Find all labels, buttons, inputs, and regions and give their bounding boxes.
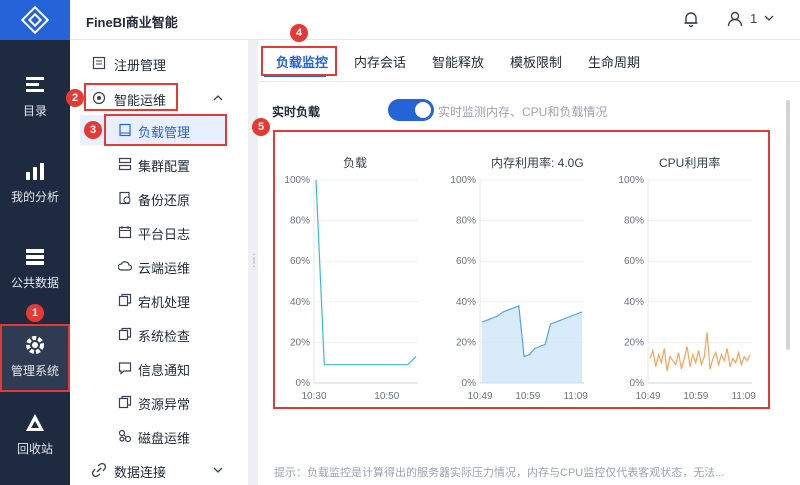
nav-item-catalog[interactable]: 目录: [0, 64, 70, 130]
resource-icon: [118, 395, 132, 409]
nav-item-analysis[interactable]: 我的分析: [0, 150, 70, 216]
app-title: FineBI商业智能: [86, 15, 178, 30]
nav-item-recycle[interactable]: 回收站: [0, 402, 70, 468]
sidebar-item-resource[interactable]: 资源异常: [70, 387, 248, 417]
sidebar-item-label: 注册管理: [114, 58, 167, 73]
annotation-box-nav-management: [0, 324, 70, 392]
annotation-badge: 3: [84, 121, 102, 139]
toggle-description: 实时监测内存、CPU和负载情况: [438, 105, 608, 119]
sidebar-item-cloud[interactable]: 云端运维: [70, 251, 248, 281]
bell-icon[interactable]: [682, 10, 700, 28]
sidebar-item-label: 备份还原: [138, 193, 191, 208]
sidebar-item-label: 磁盘运维: [138, 431, 191, 446]
tab-template-limit[interactable]: 模板限制: [510, 52, 562, 71]
sidebar-item-notice[interactable]: 信息通知: [70, 353, 248, 383]
catalog-icon: [26, 77, 44, 92]
sidebar-item-disk[interactable]: 磁盘运维: [70, 421, 248, 451]
panel-scrollbar[interactable]: [786, 100, 790, 350]
top-header: FineBI商业智能 1: [70, 0, 800, 40]
sidebar-item-data-link[interactable]: 数据连接: [70, 455, 248, 485]
tab-memory-session[interactable]: 内存会话: [354, 52, 406, 71]
nav-item-public-data[interactable]: 公共数据: [0, 236, 70, 302]
main-nav: 目录 我的分析 公共数据 管理系统 回收站: [0, 0, 70, 485]
sidebar-item-label: 数据连接: [114, 465, 167, 480]
user-name[interactable]: 1: [750, 11, 757, 26]
annotation-box-charts: [273, 130, 770, 409]
nav-label: 目录: [22, 104, 47, 118]
logo-icon: [20, 5, 50, 35]
sidebar-item-label: 系统检查: [138, 329, 191, 344]
crash-icon: [118, 293, 132, 307]
tab-bar: 负载监控 内存会话 智能释放 模板限制 生命周期: [258, 40, 800, 82]
sidebar-item-label: 资源异常: [138, 397, 191, 412]
sidebar-item-label: 平台日志: [138, 227, 191, 242]
app-logo[interactable]: [0, 0, 70, 40]
sidebar-item-register[interactable]: 注册管理: [70, 48, 248, 78]
monitor-hint: 提示：负载监控是计算得出的服务器实际压力情况，内存与CPU监控仅代表客观状态，无…: [274, 467, 725, 479]
register-icon: [92, 56, 106, 70]
nav-label: 回收站: [16, 442, 53, 456]
database-icon: [26, 249, 44, 265]
sidebar-item-backup[interactable]: 备份还原: [70, 183, 248, 213]
annotation-box-load-management: [104, 114, 227, 146]
nav-label: 公共数据: [10, 276, 59, 290]
sidebar-item-label: 信息通知: [138, 363, 191, 378]
sidebar-item-cluster[interactable]: 集群配置: [70, 149, 248, 179]
tab-smart-release[interactable]: 智能释放: [432, 52, 484, 71]
tab-lifecycle[interactable]: 生命周期: [588, 52, 640, 71]
sidebar-item-label: 集群配置: [138, 159, 191, 174]
sidebar-item-system-check[interactable]: 系统检查: [70, 319, 248, 349]
log-icon: [118, 226, 132, 239]
realtime-toggle[interactable]: [388, 99, 434, 121]
sidebar-item-label: 云端运维: [138, 261, 191, 276]
message-icon: [118, 362, 132, 375]
analysis-icon: [26, 163, 44, 180]
chevron-down-icon[interactable]: [212, 464, 224, 476]
chevron-down-icon[interactable]: [764, 13, 774, 23]
toggle-knob: [415, 102, 431, 118]
sidebar-item-crash[interactable]: 宕机处理: [70, 285, 248, 315]
nav-label: 我的分析: [10, 190, 59, 204]
link-icon: [92, 463, 106, 477]
chevron-up-icon[interactable]: [212, 92, 224, 104]
annotation-badge: 4: [290, 24, 308, 42]
cloud-icon: [118, 261, 132, 271]
realtime-load-label: 实时负载: [272, 105, 321, 119]
annotation-badge: 2: [66, 89, 84, 107]
annotation-box-load-tab: [261, 46, 337, 76]
annotation-badge: 1: [26, 304, 44, 322]
cluster-icon: [118, 157, 132, 171]
recycle-icon: [26, 414, 44, 431]
annotation-box-smart-ops: [84, 83, 178, 111]
sidebar-item-label: 宕机处理: [138, 295, 191, 310]
disk-icon: [118, 429, 132, 443]
annotation-badge: 5: [252, 118, 270, 136]
user-icon[interactable]: [726, 10, 744, 28]
backup-icon: [119, 191, 131, 205]
sidebar-item-log[interactable]: 平台日志: [70, 217, 248, 247]
check-icon: [118, 327, 132, 341]
